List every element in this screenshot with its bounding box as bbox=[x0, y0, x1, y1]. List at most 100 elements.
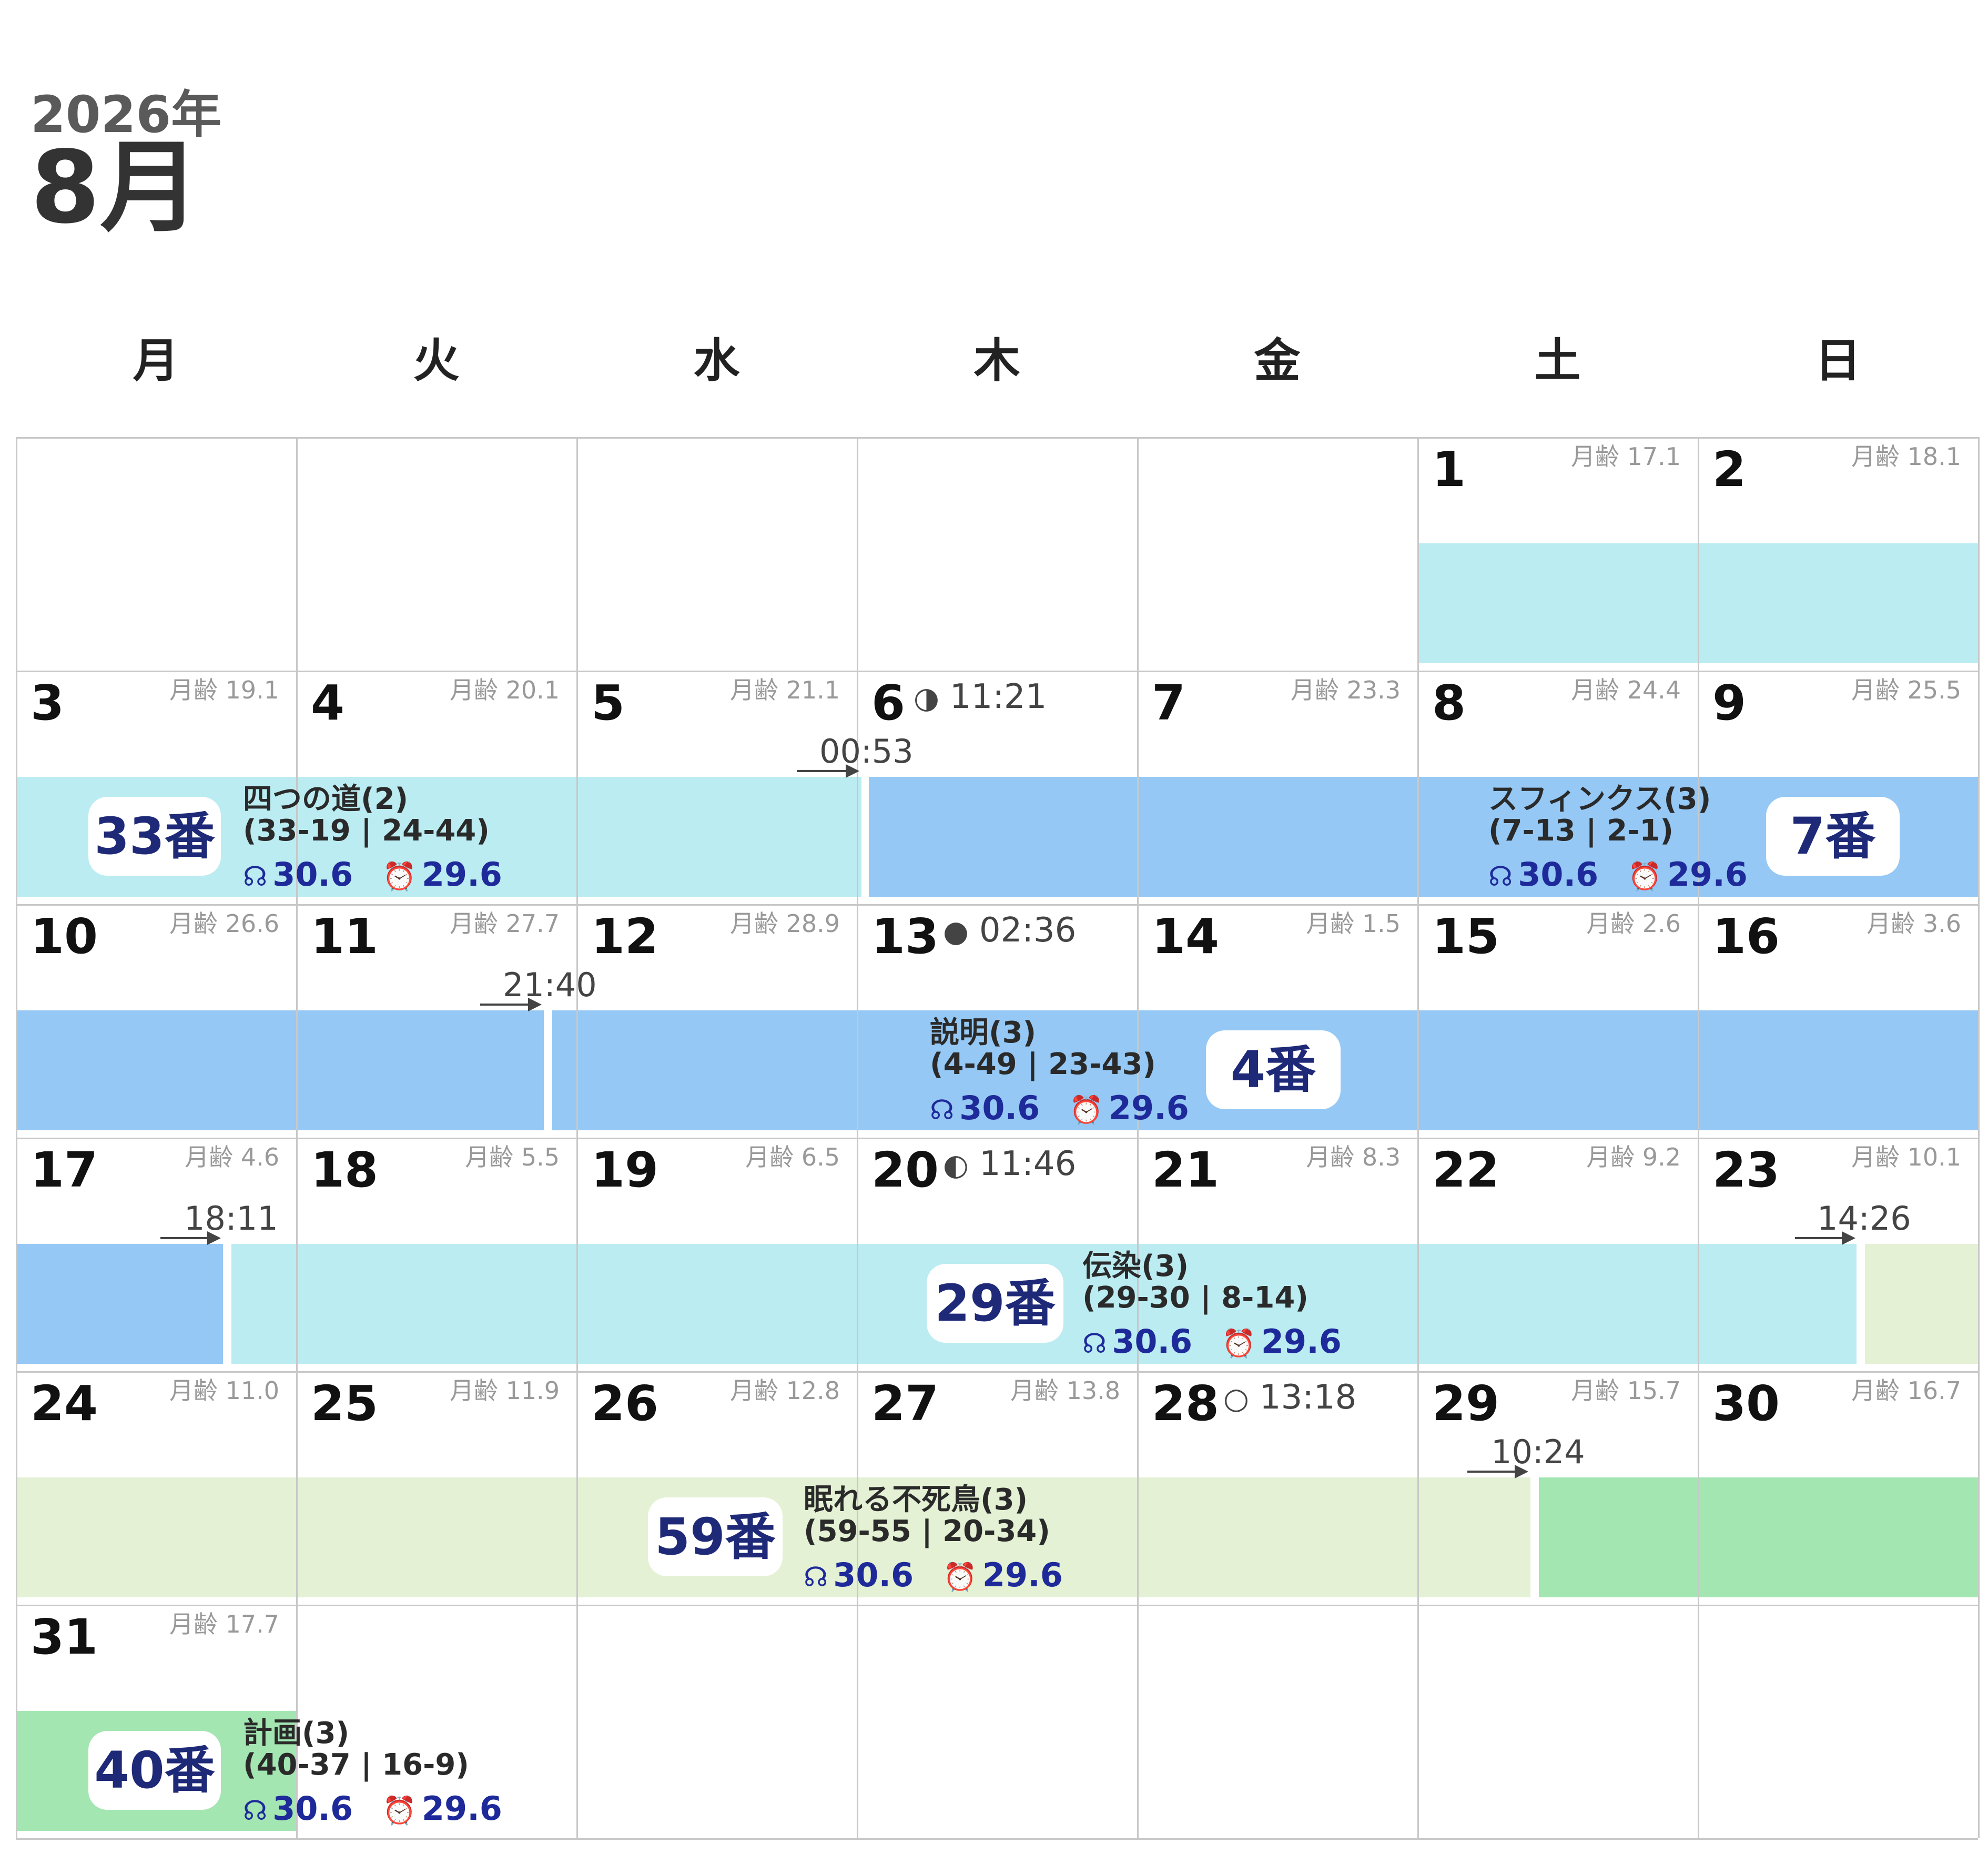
day-number[interactable]: 28 bbox=[1152, 1380, 1219, 1428]
day-number[interactable]: 4 bbox=[311, 679, 344, 727]
weekday-tue: 火 bbox=[413, 333, 460, 388]
moon-age-value: 17.7 bbox=[225, 1610, 279, 1638]
headphones-icon: ☊ bbox=[1082, 1328, 1107, 1360]
moon-age: 月齢 23.3 bbox=[1264, 678, 1401, 702]
event-name: 伝染(3) bbox=[1082, 1249, 1189, 1283]
moon-age: 月齢 25.5 bbox=[1824, 678, 1961, 702]
event-info: 計画(3) (40-37 | 16-9) ☊ 30.6 ⏰ 29.6 bbox=[243, 1718, 502, 1829]
day-number[interactable]: 18 bbox=[311, 1146, 378, 1194]
event-name: 説明(3) bbox=[930, 1016, 1037, 1050]
day-number[interactable]: 10 bbox=[31, 913, 98, 961]
moon-age-label: 月齢 bbox=[1851, 1376, 1900, 1405]
moon-phase-icon: ◐ bbox=[943, 1148, 969, 1182]
moon-age-label: 月齢 bbox=[1010, 1376, 1059, 1405]
event-stats: ☊ 30.6 ⏰ 29.6 bbox=[243, 1790, 502, 1829]
event-bar[interactable] bbox=[1865, 1244, 1978, 1364]
moon-age-label: 月齢 bbox=[169, 1376, 218, 1405]
event-code: (7-13 | 2-1) bbox=[1488, 814, 1673, 848]
moon-age-label: 月齢 bbox=[1290, 676, 1339, 704]
moon-age-value: 3.6 bbox=[1922, 909, 1961, 938]
day-number[interactable]: 3 bbox=[31, 679, 64, 727]
moon-age: 月齢 11.9 bbox=[423, 1379, 560, 1403]
moon-age-value: 16.7 bbox=[1907, 1376, 1961, 1405]
moon-age-value: 26.6 bbox=[225, 909, 279, 938]
moon-age-value: 11.9 bbox=[505, 1376, 560, 1405]
moon-age-label: 月齢 bbox=[465, 1143, 514, 1171]
day-number[interactable]: 25 bbox=[311, 1380, 378, 1428]
moon-age: 月齢 17.1 bbox=[1544, 444, 1681, 469]
day-number[interactable]: 11 bbox=[311, 913, 378, 961]
day-number[interactable]: 16 bbox=[1712, 913, 1780, 961]
event-stat-1: 30.6 bbox=[833, 1556, 914, 1594]
day-number[interactable]: 6 bbox=[871, 679, 905, 727]
weekday-sat: 土 bbox=[1534, 333, 1581, 388]
moon-age-label: 月齢 bbox=[449, 909, 498, 938]
day-number[interactable]: 15 bbox=[1432, 913, 1499, 961]
day-number[interactable]: 24 bbox=[31, 1380, 98, 1428]
event-number-badge[interactable]: 29番 bbox=[927, 1264, 1063, 1343]
moon-age: 月齢 12.8 bbox=[703, 1379, 840, 1403]
day-number[interactable]: 5 bbox=[591, 679, 625, 727]
event-number-badge[interactable]: 40番 bbox=[88, 1731, 221, 1810]
day-number[interactable]: 1 bbox=[1432, 445, 1466, 494]
event-info: 伝染(3) (29-30 | 8-14) ☊ 30.6 ⏰ 29.6 bbox=[1082, 1251, 1342, 1362]
day-number[interactable]: 30 bbox=[1712, 1380, 1780, 1428]
day-number[interactable]: 27 bbox=[871, 1380, 939, 1428]
day-number[interactable]: 14 bbox=[1152, 913, 1219, 961]
moon-age-value: 13.8 bbox=[1066, 1376, 1120, 1405]
event-number-badge[interactable]: 7番 bbox=[1766, 797, 1900, 876]
moon-phase-icon: ● bbox=[943, 915, 969, 949]
event-name: 四つの道(2) bbox=[243, 782, 409, 816]
day-number[interactable]: 22 bbox=[1432, 1146, 1499, 1194]
day-number[interactable]: 26 bbox=[591, 1380, 658, 1428]
moon-age: 月齢 2.6 bbox=[1544, 911, 1681, 936]
moon-age: 月齢 13.8 bbox=[983, 1379, 1120, 1403]
grid-line-horizontal bbox=[16, 1605, 1978, 1606]
transition-time: 10:24 bbox=[1491, 1433, 1585, 1471]
day-number[interactable]: 21 bbox=[1152, 1146, 1219, 1194]
day-number[interactable]: 9 bbox=[1712, 679, 1746, 727]
day-number[interactable]: 12 bbox=[591, 913, 658, 961]
moon-age-value: 21.1 bbox=[786, 676, 840, 704]
day-number[interactable]: 2 bbox=[1712, 445, 1746, 494]
event-bar[interactable] bbox=[16, 1244, 223, 1364]
moon-age-label: 月齢 bbox=[1570, 442, 1619, 471]
moon-age-label: 月齢 bbox=[745, 1143, 794, 1171]
moon-age-value: 4.6 bbox=[240, 1143, 279, 1171]
alarm-clock-icon: ⏰ bbox=[382, 1795, 417, 1827]
day-number[interactable]: 7 bbox=[1152, 679, 1185, 727]
moon-age: 月齢 3.6 bbox=[1824, 911, 1961, 936]
grid-line-vertical bbox=[1978, 437, 1980, 1838]
moon-age-value: 17.1 bbox=[1627, 442, 1681, 471]
day-number[interactable]: 13 bbox=[871, 913, 939, 961]
moon-age-value: 6.5 bbox=[801, 1143, 840, 1171]
event-bar[interactable] bbox=[16, 1010, 544, 1130]
headphones-icon: ☊ bbox=[930, 1095, 955, 1126]
event-stat-2: 29.6 bbox=[1261, 1322, 1342, 1361]
moon-age-label: 月齢 bbox=[1570, 1376, 1619, 1405]
event-name: スフィンクス(3) bbox=[1488, 782, 1711, 816]
transition-arrow bbox=[1467, 1465, 1528, 1478]
moon-phase-icon: ○ bbox=[1223, 1382, 1249, 1416]
event-number-badge[interactable]: 33番 bbox=[88, 797, 221, 876]
grid-line-vertical bbox=[576, 437, 578, 1838]
event-stat-1: 30.6 bbox=[1112, 1322, 1193, 1361]
day-number[interactable]: 23 bbox=[1712, 1146, 1780, 1194]
event-name: 計画(3) bbox=[243, 1716, 350, 1750]
headphones-icon: ☊ bbox=[1488, 861, 1513, 893]
day-number[interactable]: 20 bbox=[871, 1146, 939, 1194]
event-info: スフィンクス(3) (7-13 | 2-1) ☊ 30.6 ⏰ 29.6 bbox=[1488, 784, 1748, 895]
event-number-badge[interactable]: 4番 bbox=[1206, 1030, 1341, 1109]
event-number-badge[interactable]: 59番 bbox=[648, 1497, 783, 1576]
transition-arrow bbox=[480, 998, 542, 1011]
moon-phase: ◑ 11:21 bbox=[914, 680, 1047, 714]
event-stats: ☊ 30.6 ⏰ 29.6 bbox=[1488, 856, 1748, 895]
day-number[interactable]: 29 bbox=[1432, 1380, 1499, 1428]
moon-age-label: 月齢 bbox=[729, 1376, 778, 1405]
day-number[interactable]: 19 bbox=[591, 1146, 658, 1194]
day-number[interactable]: 8 bbox=[1432, 679, 1466, 727]
event-bar[interactable] bbox=[1539, 1477, 1978, 1597]
day-number[interactable]: 17 bbox=[31, 1146, 98, 1194]
transition-time: 21:40 bbox=[503, 966, 597, 1004]
day-number[interactable]: 31 bbox=[31, 1613, 98, 1661]
